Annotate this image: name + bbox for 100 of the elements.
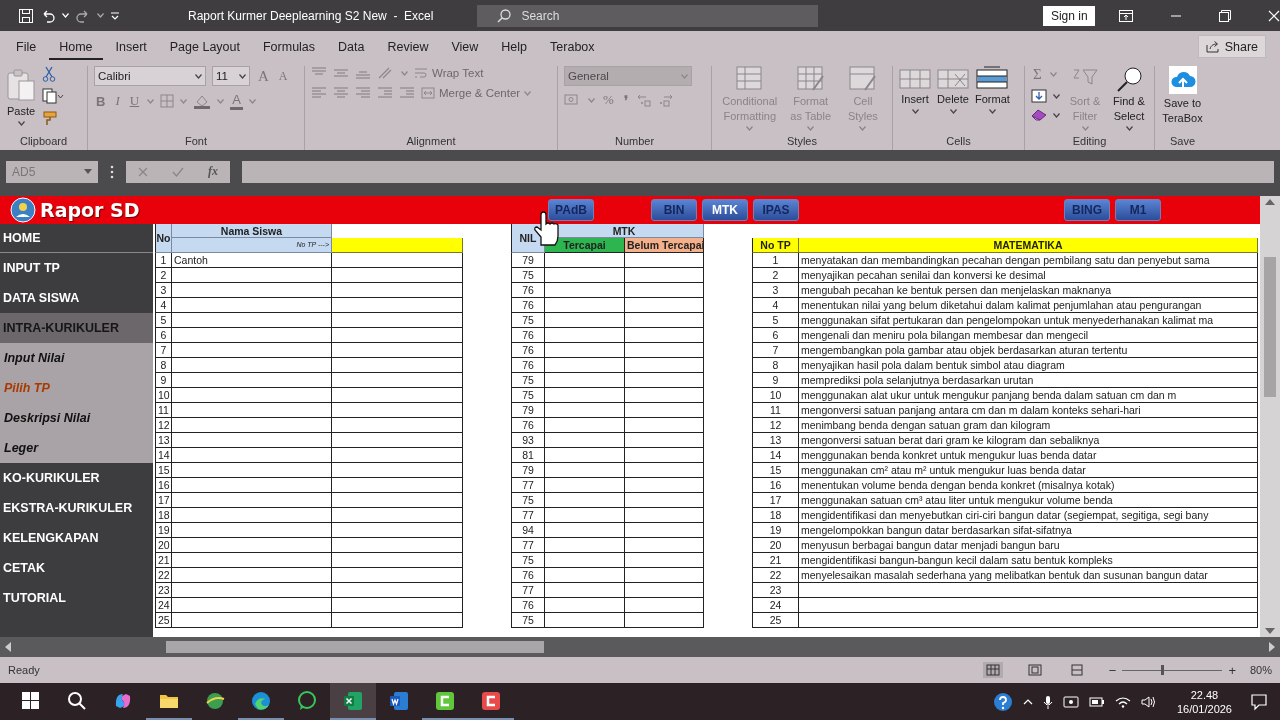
table-cell: 5	[752, 313, 799, 328]
eraser-icon[interactable]	[1031, 109, 1047, 121]
formula-input[interactable]	[242, 160, 1274, 183]
sidebar-item[interactable]: TUTORIAL	[0, 583, 153, 613]
caret-icon[interactable]	[1125, 126, 1133, 131]
caret-icon[interactable]	[195, 73, 202, 79]
menu-tab[interactable]: Terabox	[540, 33, 605, 60]
table-cell: mengubah pecahan ke bentuk persen dan menjelaskan maknanya	[799, 283, 1258, 298]
zoom-out-button[interactable]: −	[1108, 662, 1117, 678]
share-button[interactable]: Share	[1197, 35, 1266, 58]
ribbon-button[interactable]: Insert	[899, 66, 931, 132]
menu-tab[interactable]: Review	[377, 33, 439, 60]
table-cell: 11	[155, 403, 172, 418]
table-cell: 24	[752, 598, 799, 613]
ribbon-button[interactable]: Format	[975, 66, 1010, 132]
scroll-left-icon[interactable]	[4, 642, 12, 652]
ribbon-button[interactable]: Find & Select	[1110, 66, 1148, 132]
menu-tab[interactable]: Insert	[105, 33, 157, 60]
table-cell: 15	[752, 463, 799, 478]
restore-icon[interactable]	[1219, 9, 1231, 22]
sidebar-item[interactable]: Input Nilai	[0, 343, 153, 373]
view-button[interactable]	[982, 662, 1003, 678]
chat-icon	[296, 689, 318, 712]
chevron-up-icon[interactable]	[1022, 698, 1033, 705]
customize-icon[interactable]	[110, 10, 120, 21]
paste-button[interactable]: Paste	[6, 68, 36, 132]
copy-icon[interactable]	[42, 88, 64, 104]
scissors-icon[interactable]	[42, 66, 56, 82]
close-icon[interactable]	[1268, 9, 1280, 22]
sidebar-item[interactable]: HOME	[0, 224, 153, 253]
table-cell: menentukan nilai yang belum diketahui dalam kalimat penjumlahan atau pengurangan	[799, 298, 1258, 313]
clock-date[interactable]: 16/01/2026	[1176, 701, 1232, 716]
save-icon[interactable]	[18, 7, 34, 24]
fill-color-icon[interactable]	[193, 93, 212, 109]
ribbon-display-icon[interactable]	[1119, 9, 1133, 22]
menu-tab[interactable]: Page Layout	[159, 33, 250, 60]
table-cell: 8	[155, 358, 172, 373]
caret-icon[interactable]	[988, 109, 996, 114]
table-cell: 4	[752, 298, 799, 313]
menu-tab[interactable]: Help	[491, 33, 538, 60]
font-size-field[interactable]: 11	[212, 66, 250, 86]
caret-icon[interactable]	[17, 121, 25, 126]
group-label: Font	[184, 134, 208, 149]
sidebar-item[interactable]: KO-KURIKULER	[0, 463, 153, 493]
scroll-thumb[interactable]	[166, 641, 544, 653]
subject-button[interactable]: MTK	[702, 199, 748, 221]
sidebar-item[interactable]: Leger	[0, 433, 153, 463]
search-field[interactable]: Search	[477, 4, 819, 27]
caret-icon[interactable]	[239, 73, 246, 79]
scroll-up-icon[interactable]	[1265, 198, 1275, 206]
sidebar-item[interactable]: INPUT TP	[0, 253, 153, 283]
caret-icon[interactable]	[1053, 112, 1060, 118]
table-cell: menggunakan sifat pertukaran dan pengelompokan untuk menyederhanakan kalimat ma	[799, 313, 1258, 328]
table-cell: mengonversi satuan berat dari gram ke kilogram dan sebaliknya	[799, 433, 1258, 448]
caret-icon[interactable]	[911, 109, 919, 114]
table-cell: menyajikan hasil pola dalam bentuk simbol atau diagram	[799, 358, 1258, 373]
scroll-down-icon[interactable]	[1265, 627, 1275, 635]
sidebar-item[interactable]: DATA SISWA	[0, 283, 153, 313]
battery-icon[interactable]	[1088, 695, 1105, 708]
sidebar-item[interactable]: EKSTRA-KURIKULER	[0, 493, 153, 523]
speaker-icon[interactable]	[1140, 694, 1157, 709]
ribbon-button[interactable]: Delete	[937, 66, 969, 132]
fill-down-icon[interactable]	[1031, 89, 1047, 103]
zoom-in-button[interactable]: +	[1228, 662, 1236, 678]
delete-cells-icon	[937, 66, 969, 90]
menu-tab[interactable]: View	[441, 33, 489, 60]
table-brush-icon	[796, 66, 825, 92]
normal-view-icon	[985, 664, 1000, 676]
wifi-icon[interactable]	[1114, 695, 1131, 708]
insert-function-button[interactable]: fx	[208, 164, 218, 179]
format-painter-icon[interactable]	[42, 110, 58, 126]
table-cell: 1	[155, 253, 172, 268]
table-cell: 75	[511, 388, 545, 403]
sidebar-item[interactable]: CETAK	[0, 553, 153, 583]
slider-thumb[interactable]	[1161, 664, 1165, 675]
menu-tab[interactable]: File	[6, 33, 47, 60]
dropdown-icon	[84, 169, 92, 174]
caret-icon[interactable]	[1053, 93, 1060, 99]
scroll-thumb[interactable]	[1264, 256, 1276, 397]
menu-tab[interactable]: Formulas	[252, 33, 326, 60]
microphone-icon[interactable]	[1042, 694, 1053, 709]
ribbon-button[interactable]: Save to TeraBox	[1161, 66, 1204, 132]
menu-tab[interactable]: Home	[49, 33, 103, 60]
clock-time[interactable]: 22.48	[1176, 687, 1232, 702]
scroll-right-icon[interactable]	[1268, 642, 1276, 652]
cloud-upload-icon	[1168, 66, 1197, 94]
sidebar-item[interactable]: KELENGKAPAN	[0, 523, 153, 553]
font-name-field[interactable]: Calibri	[94, 66, 206, 86]
menu-tab[interactable]: Data	[328, 33, 375, 60]
table-cell: mengenali dan meniru pola bilangan membesar dan mengecil	[799, 328, 1258, 343]
caret-icon[interactable]	[97, 13, 104, 18]
caret-icon[interactable]	[949, 109, 957, 114]
sidebar-item[interactable]: Deskripsi Nilai	[0, 403, 153, 433]
notification-icon[interactable]	[1250, 692, 1268, 711]
screen-icon[interactable]	[1062, 694, 1079, 709]
table-cell: menyatakan dan membandingkan pecahan dengan pembilang satu dan penyebut sama	[799, 253, 1258, 268]
help-icon[interactable]	[992, 691, 1013, 712]
table-cell: 25	[155, 613, 172, 628]
more-icon[interactable]	[110, 164, 114, 179]
sign-in-button[interactable]: Sign in	[1043, 5, 1095, 26]
